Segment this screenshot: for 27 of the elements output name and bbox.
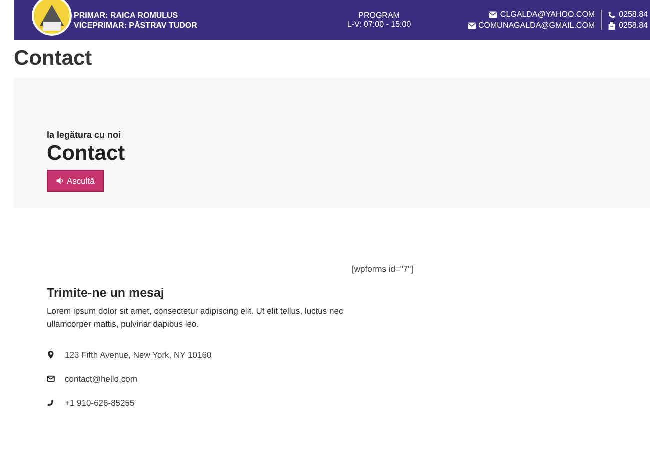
envelope-icon (468, 22, 476, 30)
phone-icon (608, 10, 616, 18)
hero-subtitle: la legătura cu noi (47, 130, 122, 140)
fax-icon (608, 22, 616, 30)
contact-detail: 123 Fifth Avenue, New York, NY 10160 (65, 350, 212, 360)
speaker-icon (56, 177, 64, 185)
program-title: PROGRAM (358, 11, 400, 20)
program-hours: L-V: 07:00 - 15:00 (347, 20, 412, 29)
contact-detail: +1 910-626-85255 (65, 398, 135, 408)
official-name: VICEPRIMAR: PĂSTRAV TUDOR (74, 20, 198, 30)
phone-number: 0258.84 (619, 21, 648, 30)
logo-icon (32, 0, 72, 36)
phone-number: 0258.84 (619, 10, 648, 19)
envelope-icon (489, 10, 498, 18)
official-name: PRIMAR: RAICA ROMULUS (74, 10, 180, 20)
listen-button[interactable]: Ascultă (47, 170, 104, 192)
hero-title: Contact (47, 142, 126, 166)
phone-icon (47, 399, 55, 407)
map-pin-icon (47, 351, 55, 359)
envelope-icon (47, 375, 55, 383)
section-text: Lorem ipsum dolor sit amet, consectetur adipiscing elit. Ut elit tellus, luctus nec ullamcorper mattis, pulvinar dapibus leo. (47, 305, 344, 331)
email-link[interactable]: CLGALDA@YAHOO.COM (500, 10, 596, 19)
email-link[interactable]: COMUNAGALDA@GMAIL.COM (478, 21, 596, 30)
shortcode-text: [wpforms id="7"] (352, 264, 415, 274)
section-title: Trimite-ne un mesaj (47, 286, 166, 300)
page-title: Contact (14, 46, 94, 72)
contact-detail: contact@hello.com (65, 374, 138, 384)
